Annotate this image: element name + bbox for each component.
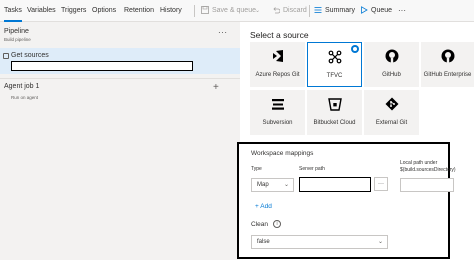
- save-queue-button[interactable]: Save & queue ⌄: [201, 0, 271, 22]
- select-source-title: Select a source: [250, 30, 309, 40]
- tile-label: Azure Repos Git: [255, 72, 300, 78]
- github-icon: [385, 49, 398, 63]
- clean-value: false: [257, 239, 270, 245]
- selected-check-icon: [351, 45, 359, 53]
- workspace-mappings-title: Workspace mappings: [251, 150, 314, 157]
- chevron-down-icon: ⌄: [377, 239, 383, 245]
- queue-label: Queue: [371, 7, 393, 14]
- chevron-down-icon: ⌄: [283, 182, 289, 188]
- toolbar-divider: [309, 5, 310, 17]
- save-queue-label: Save & queue: [212, 7, 256, 14]
- tile-label: Bitbucket Cloud: [313, 120, 356, 126]
- get-sources-row[interactable]: Get sources: [0, 48, 240, 74]
- server-path-label: Server path: [299, 166, 325, 172]
- browse-button[interactable]: ···: [374, 177, 388, 191]
- source-tile-external-git[interactable]: External Git: [364, 90, 419, 135]
- tab-options[interactable]: Options: [92, 0, 116, 22]
- agent-job-subtitle: Run on agent: [11, 95, 39, 100]
- play-icon: [361, 6, 368, 14]
- source-tile-bitbucket-cloud[interactable]: Bitbucket Cloud: [307, 90, 362, 135]
- tile-label: External Git: [375, 120, 408, 126]
- tab-triggers[interactable]: Triggers: [61, 0, 86, 22]
- tile-label: Subversion: [262, 120, 293, 126]
- server-path-input[interactable]: [299, 177, 371, 192]
- tile-label: GitHub: [382, 72, 401, 78]
- type-dropdown[interactable]: Map ⌄: [251, 178, 294, 192]
- undo-icon: [273, 7, 280, 14]
- bitbucket-icon: [327, 98, 342, 111]
- clean-dropdown[interactable]: false ⌄: [251, 235, 388, 249]
- tab-variables[interactable]: Variables: [27, 0, 56, 22]
- toolbar: Tasks Variables Triggers Options Retenti…: [0, 0, 474, 22]
- source-tile-azure-repos-git[interactable]: Azure Repos Git: [250, 42, 305, 87]
- tfvc-icon: [328, 50, 341, 64]
- summary-button[interactable]: Summary: [314, 0, 355, 22]
- tile-label: TFVC: [326, 73, 343, 79]
- local-path-label: Local path under: [400, 160, 438, 166]
- queue-button[interactable]: Queue: [360, 0, 392, 22]
- local-path-input[interactable]: [400, 178, 454, 192]
- pipeline-subtitle: Build pipeline: [4, 37, 31, 42]
- tab-tasks[interactable]: Tasks: [4, 0, 22, 22]
- tab-history[interactable]: History: [160, 0, 182, 22]
- summary-label: Summary: [325, 7, 355, 14]
- source-tile-github-enterprise[interactable]: GitHub Enterprise: [421, 42, 474, 87]
- source-icon: [3, 53, 9, 59]
- clean-label: Clean: [251, 221, 268, 228]
- redacted-source-value: [11, 61, 193, 71]
- workspace-mappings-section: Workspace mappings Type Server path Loca…: [237, 142, 456, 259]
- more-actions-button[interactable]: ···: [398, 0, 412, 22]
- source-tile-tfvc[interactable]: TFVC: [307, 42, 362, 87]
- info-icon[interactable]: i: [273, 220, 281, 228]
- tab-retention[interactable]: Retention: [124, 0, 154, 22]
- chevron-down-icon: ⌄: [255, 8, 261, 14]
- local-path-label-var: $(build.sourcesDirectory): [400, 167, 456, 173]
- add-task-button[interactable]: +: [213, 82, 219, 93]
- source-tile-subversion[interactable]: Subversion: [250, 90, 305, 135]
- toolbar-divider: [194, 5, 195, 17]
- discard-button[interactable]: Discard: [272, 0, 308, 22]
- source-tile-github[interactable]: GitHub: [364, 42, 419, 87]
- subversion-icon: [271, 99, 284, 110]
- save-icon: [201, 6, 209, 14]
- add-mapping-button[interactable]: + Add: [255, 203, 272, 210]
- tile-label: GitHub Enterprise: [423, 72, 472, 78]
- list-icon: [314, 7, 322, 13]
- pipeline-panel: Pipeline Build pipeline ··· Get sources …: [0, 22, 240, 260]
- pipeline-title: Pipeline: [4, 28, 29, 35]
- azure-repos-icon: [272, 50, 283, 62]
- pipeline-more-button[interactable]: ···: [218, 28, 228, 37]
- type-value: Map: [257, 182, 269, 188]
- get-sources-label: Get sources: [11, 52, 49, 59]
- github-enterprise-icon: [441, 49, 454, 63]
- git-icon: [385, 97, 398, 111]
- discard-label: Discard: [283, 7, 307, 14]
- agent-job-label[interactable]: Agent job 1: [4, 83, 39, 90]
- type-label: Type: [251, 166, 262, 172]
- divider: [0, 78, 240, 79]
